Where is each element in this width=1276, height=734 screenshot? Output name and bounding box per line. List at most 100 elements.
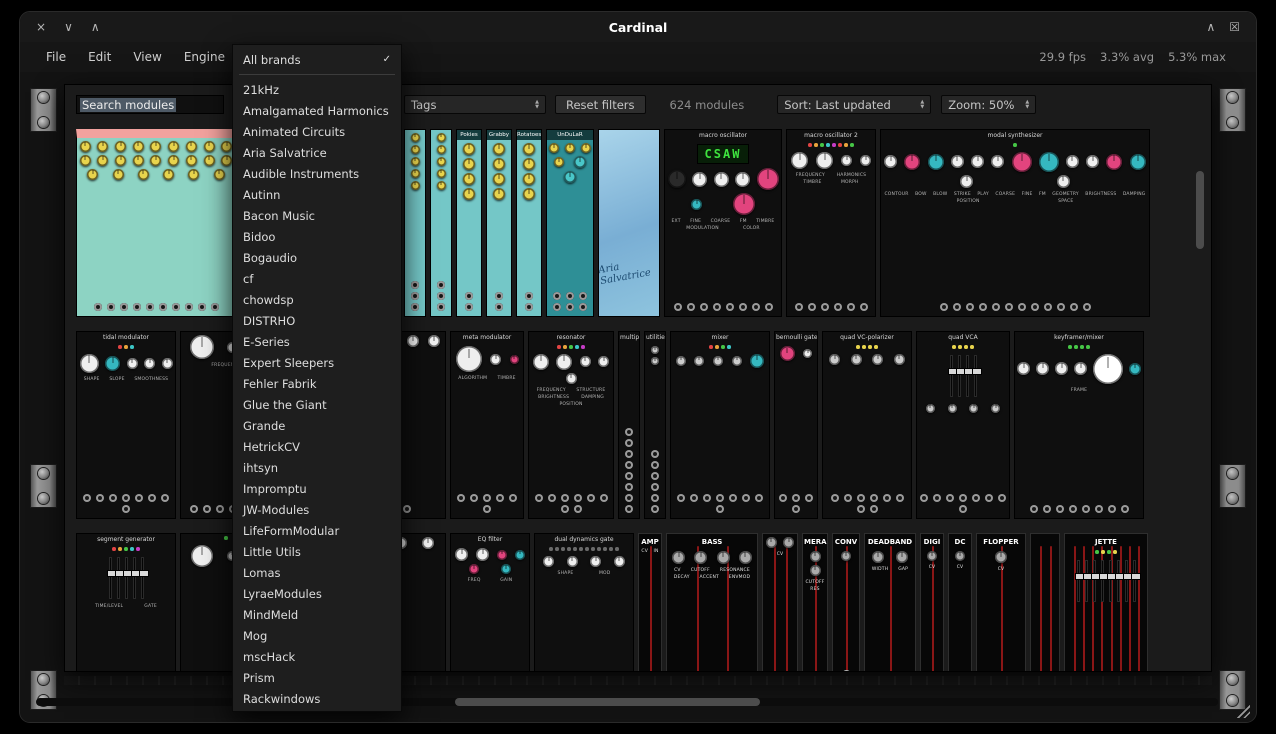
jack-port[interactable]: [172, 303, 180, 311]
jack-port[interactable]: [465, 292, 473, 300]
knob[interactable]: [422, 537, 434, 549]
jack-port[interactable]: [1069, 505, 1077, 513]
jack-port[interactable]: [674, 303, 682, 311]
jack-port[interactable]: [792, 505, 800, 513]
knob[interactable]: [150, 141, 161, 152]
module-card-tidal-modulator[interactable]: tidal modulatorSHAPESLOPESMOOTHNESS: [76, 331, 176, 519]
jack-port[interactable]: [437, 281, 445, 289]
jack-port[interactable]: [561, 505, 569, 513]
jack-port[interactable]: [844, 494, 852, 502]
module-card-conv[interactable]: CONV: [832, 533, 860, 672]
knob[interactable]: [590, 556, 601, 567]
jack-port[interactable]: [651, 494, 659, 502]
brand-menu-item-audible-instruments[interactable]: Audible Instruments: [233, 163, 401, 184]
knob[interactable]: [791, 152, 808, 169]
knob[interactable]: [87, 169, 98, 180]
slider[interactable]: [1109, 560, 1112, 602]
knob[interactable]: [407, 335, 419, 347]
knob[interactable]: [955, 551, 965, 561]
jack-port[interactable]: [805, 494, 813, 502]
brand-menu-item-glue-the-giant[interactable]: Glue the Giant: [233, 394, 401, 415]
knob[interactable]: [991, 155, 1004, 168]
brand-menu-item-expert-sleepers[interactable]: Expert Sleepers: [233, 352, 401, 373]
jack-port[interactable]: [190, 505, 198, 513]
module-card-bass[interactable]: BASSCVCUTOFFRESONANCEDECAYACCENTENVMOD: [666, 533, 758, 672]
jack-port[interactable]: [525, 292, 533, 300]
slider[interactable]: [109, 557, 112, 599]
reset-filters-button[interactable]: Reset filters: [555, 95, 646, 114]
slider[interactable]: [1101, 560, 1104, 602]
jack-port[interactable]: [107, 303, 115, 311]
knob[interactable]: [204, 141, 215, 152]
knob[interactable]: [948, 404, 957, 413]
jack-port[interactable]: [726, 303, 734, 311]
knob[interactable]: [523, 158, 535, 170]
knob[interactable]: [162, 358, 173, 369]
jack-port[interactable]: [860, 303, 868, 311]
jack-port[interactable]: [495, 303, 503, 311]
knob[interactable]: [717, 551, 730, 564]
jack-port[interactable]: [690, 494, 698, 502]
jack-port[interactable]: [857, 505, 865, 513]
module-card-dc[interactable]: DCCV: [948, 533, 972, 672]
module-card-bernoulli-gate[interactable]: bernoulli gate: [774, 331, 818, 519]
jack-port[interactable]: [94, 303, 102, 311]
module-card-resonator[interactable]: resonatorFREQUENCYSTRUCTUREBRIGHTNESSDAM…: [528, 331, 614, 519]
knob[interactable]: [221, 141, 232, 152]
knob[interactable]: [691, 199, 702, 210]
knob[interactable]: [188, 169, 199, 180]
knob[interactable]: [138, 169, 149, 180]
jack-port[interactable]: [625, 494, 633, 502]
module-card-segment-generator[interactable]: segment generatorTIME/LEVELGATE: [76, 533, 176, 672]
knob[interactable]: [115, 141, 126, 152]
jack-port[interactable]: [1083, 303, 1091, 311]
knob[interactable]: [580, 356, 591, 367]
knob[interactable]: [566, 373, 577, 384]
jack-port[interactable]: [755, 494, 763, 502]
knob[interactable]: [1074, 362, 1087, 375]
module-card-mera[interactable]: MERACUTOFFRES: [802, 533, 828, 672]
knob[interactable]: [556, 354, 572, 370]
brand-menu-item-mschack[interactable]: mscHack: [233, 646, 401, 667]
knob[interactable]: [672, 551, 685, 564]
knob[interactable]: [204, 155, 215, 166]
knob[interactable]: [1129, 363, 1141, 375]
knob[interactable]: [991, 404, 1000, 413]
knob[interactable]: [1066, 155, 1079, 168]
jack-port[interactable]: [109, 494, 117, 502]
module-card-macro-oscillator[interactable]: macro oscillatorCSAWEXTFINECOARSEFMTIMBR…: [664, 129, 782, 317]
brand-menu-item-rackwindows[interactable]: Rackwindows: [233, 688, 401, 709]
knob[interactable]: [510, 355, 519, 364]
knob[interactable]: [543, 556, 554, 567]
knob[interactable]: [437, 145, 446, 154]
knob[interactable]: [872, 551, 884, 563]
jack-port[interactable]: [600, 494, 608, 502]
jack-port[interactable]: [403, 505, 411, 513]
jack-port[interactable]: [933, 494, 941, 502]
slider[interactable]: [1117, 560, 1120, 602]
knob[interactable]: [783, 537, 794, 548]
jack-port[interactable]: [483, 505, 491, 513]
slider[interactable]: [950, 355, 953, 397]
brand-menu-item-jw-modules[interactable]: JW-Modules: [233, 499, 401, 520]
slider[interactable]: [117, 557, 120, 599]
jack-port[interactable]: [625, 505, 633, 513]
knob[interactable]: [469, 564, 479, 574]
jack-port[interactable]: [509, 494, 517, 502]
jack-port[interactable]: [966, 303, 974, 311]
jack-port[interactable]: [1043, 505, 1051, 513]
module-card-jette[interactable]: JETTE: [1064, 533, 1148, 672]
knob[interactable]: [493, 173, 505, 185]
module-card-digi[interactable]: DIGICV: [920, 533, 944, 672]
slider[interactable]: [133, 557, 136, 599]
jack-port[interactable]: [716, 494, 724, 502]
knob[interactable]: [1093, 354, 1123, 384]
knob[interactable]: [574, 156, 586, 168]
knob[interactable]: [523, 188, 535, 200]
knob[interactable]: [411, 133, 420, 142]
knob[interactable]: [713, 356, 723, 366]
brand-menu-item-hetrickcv[interactable]: HetrickCV: [233, 436, 401, 457]
close-box-icon[interactable]: ☒: [1229, 20, 1240, 34]
brand-menu-item-bacon-music[interactable]: Bacon Music: [233, 205, 401, 226]
jack-port[interactable]: [1095, 505, 1103, 513]
